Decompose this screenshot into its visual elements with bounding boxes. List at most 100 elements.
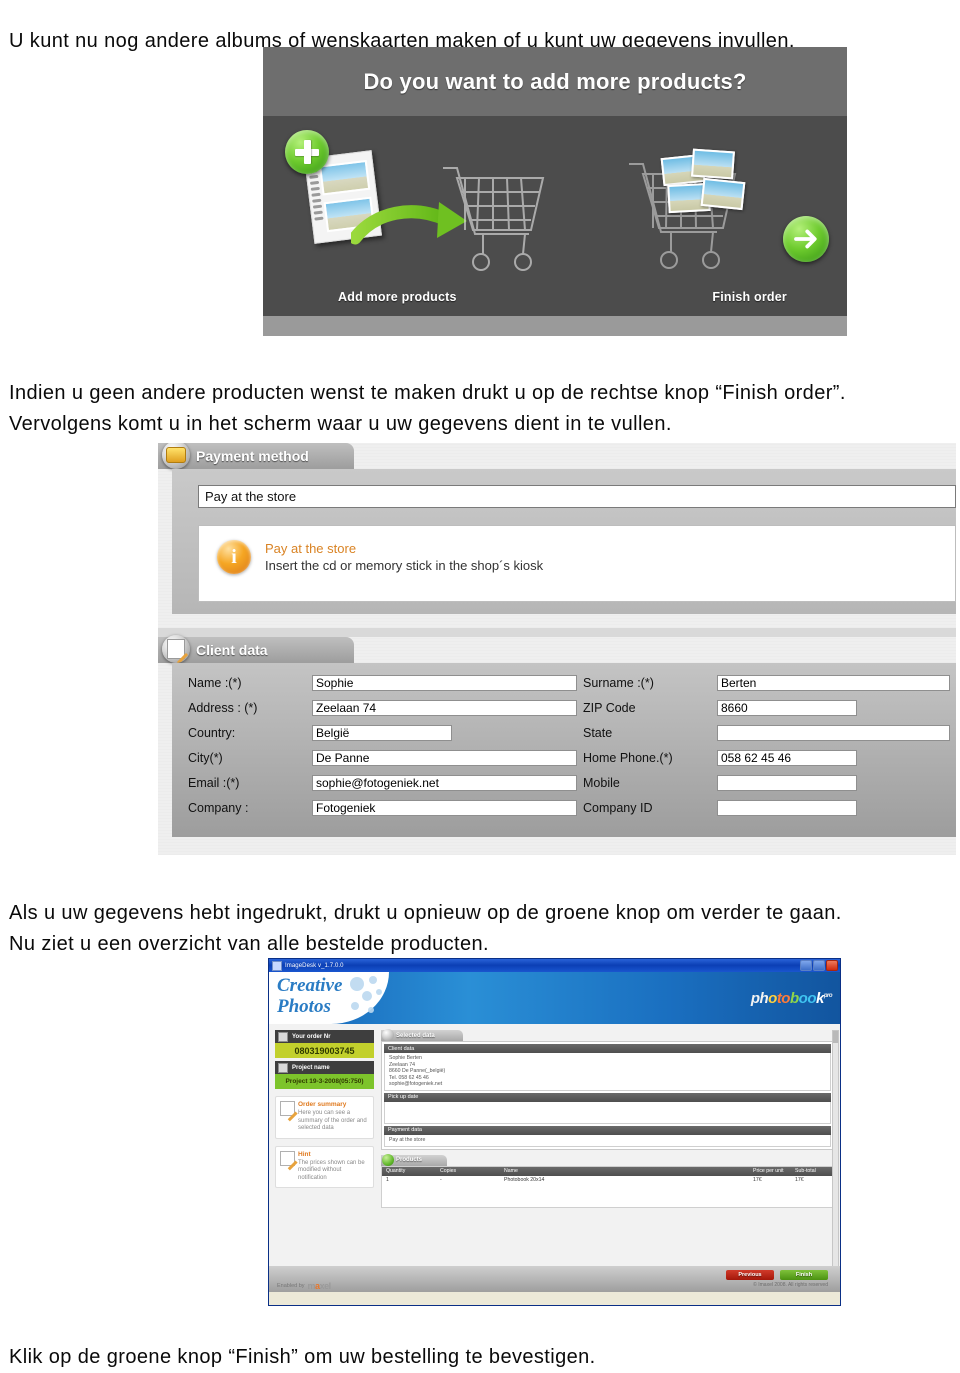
products-tab-icon [382, 1153, 394, 1166]
field-input-home-phone[interactable]: 058 62 45 46 [717, 750, 857, 766]
minimize-button[interactable] [800, 960, 812, 971]
field-label-home-phone: Home Phone.(*) [583, 751, 673, 765]
cell-copies: - [440, 1177, 442, 1184]
client-line-5: sophie@fotogeniek.net [389, 1081, 443, 1088]
column-sub-total: Sub-total [795, 1168, 816, 1175]
figure-add-more-products-screenshot: Do you want to add more products? Add mo… [263, 47, 847, 336]
order-summary-hint-body: Here you can see a summary of the order … [298, 1110, 367, 1131]
photobook-pro-badge: pro [823, 993, 833, 999]
kiosk-footer-strip [263, 316, 847, 336]
client-data-section-header: Client data [384, 1044, 831, 1053]
enabled-by-label: Enabled by [277, 1283, 305, 1289]
close-button[interactable] [826, 960, 838, 971]
app-icon [272, 960, 282, 971]
add-more-products-label: Add more products [338, 290, 457, 304]
price-hint-title: Hint [298, 1150, 311, 1158]
pickup-date-section-body [384, 1101, 831, 1124]
payment-info-title: Pay at the store [265, 541, 357, 556]
selected-data-tab-icon [382, 1029, 394, 1041]
payment-method-select[interactable]: Pay at the store [198, 485, 956, 508]
payment-method-panel: Payment method Pay at the store i Pay at… [158, 443, 956, 628]
price-hint-body: The prices shown can be modified without… [298, 1159, 365, 1181]
photobook-part-2: o [768, 990, 777, 1007]
project-name-value: Project 19-3-2008(05:750) [275, 1074, 374, 1089]
field-input-name[interactable]: Sophie [312, 675, 577, 691]
field-input-state[interactable] [717, 725, 950, 741]
notepad-pencil-icon [162, 635, 190, 663]
field-input-surname[interactable]: Berten [717, 675, 950, 691]
products-tab[interactable]: Products [381, 1153, 447, 1166]
scrollbar-thumb[interactable] [833, 1031, 838, 1043]
order-number-value: 080319003745 [275, 1043, 374, 1058]
figure-imagedesk-order-summary-screenshot: ImageDesk v_1.7.0.0 Creative Photos phot… [268, 958, 841, 1306]
field-input-company-id[interactable] [717, 800, 857, 816]
payment-method-tab: Payment method [158, 443, 354, 469]
order-number-label: Your order Nr [292, 1033, 331, 1040]
figure-payment-and-client-data-screenshot: Payment method Pay at the store i Pay at… [158, 443, 956, 855]
field-input-mobile[interactable] [717, 775, 857, 791]
field-input-company[interactable]: Fotogeniek [312, 800, 577, 816]
client-line-1: Sophie Berten [389, 1055, 422, 1061]
vertical-scrollbar[interactable] [832, 1030, 839, 1268]
kiosk-heading-bar: Do you want to add more products? [263, 47, 847, 116]
paragraph-middle: Indien u geen andere producten wenst te … [9, 382, 846, 435]
photobook-part-4: b [789, 990, 799, 1007]
pencil-note-icon [280, 1101, 295, 1116]
cart-photos-group [660, 148, 752, 220]
client-data-form-grid: Name :(*) Sophie Surname :(*) Berten Add… [188, 675, 950, 816]
paragraph-final: Klik op de groene knop “Finish” om uw be… [9, 1346, 596, 1368]
cell-price-per-unit: 17€ [753, 1177, 762, 1184]
field-input-country[interactable]: België [312, 725, 452, 741]
bubbles-decoration-icon [350, 976, 382, 1013]
order-summary-hint: Order summary Here you can see a summary… [275, 1096, 374, 1139]
paragraph-after-form: Als u uw gegevens hebt ingedrukt, drukt … [9, 902, 842, 955]
client-panel-body: Name :(*) Sophie Surname :(*) Berten Add… [172, 663, 956, 837]
field-input-city[interactable]: De Panne [312, 750, 577, 766]
column-quantity: Quantity [386, 1168, 406, 1175]
field-label-email: Email :(*) [188, 776, 240, 790]
field-label-address: Address : (*) [188, 701, 258, 715]
app-main-content: Selected data Client data Sophie Berten … [379, 1024, 840, 1292]
app-footer: Enabled by mamaxelxel Previous Finish © … [269, 1266, 840, 1292]
payment-method-tab-label: Payment method [196, 448, 309, 464]
client-data-tab-label: Client data [196, 642, 268, 658]
selected-data-tab[interactable]: Selected data [381, 1029, 463, 1041]
products-tab-label: Products [396, 1157, 423, 1164]
client-line-3: 8660 De Panne(_belgië) [389, 1068, 446, 1075]
info-icon: i [217, 540, 251, 574]
pencil-note-icon-2 [280, 1150, 295, 1166]
app-body: Your order Nr 080319003745 Project name … [269, 1024, 840, 1292]
field-input-zip-code[interactable]: 8660 [717, 700, 857, 716]
maximize-button[interactable] [813, 960, 825, 971]
pickup-date-section-header: Pick up date [384, 1092, 831, 1102]
brand-logo: Creative Photos [277, 975, 342, 1017]
field-label-country: Country: [188, 726, 236, 740]
finish-order-label: Finish order [712, 290, 787, 304]
field-label-company: Company : [188, 801, 249, 815]
photobook-logo: photobookpro [751, 990, 833, 1007]
shopping-cart-wireframe-left [443, 167, 545, 271]
photobook-part-6: k [815, 990, 824, 1007]
panel-separator [158, 628, 956, 637]
finish-button[interactable]: Finish [780, 1270, 828, 1280]
photobook-part-5: oo [798, 990, 817, 1007]
payment-line-1: Pay at the store [389, 1136, 426, 1143]
project-icon [278, 1062, 288, 1073]
client-data-panel: Client data Name :(*) Sophie Surname :(*… [158, 635, 956, 855]
document-page: U kunt nu nog andere albums of wenskaart… [0, 0, 960, 1368]
table-row[interactable]: 1 - Photobook 20x14 17€ 17€ [382, 1176, 833, 1185]
field-input-email[interactable]: sophie@fotogeniek.net [312, 775, 577, 791]
cell-name: Photobook 20x14 [504, 1177, 545, 1184]
column-copies: Copies [440, 1168, 457, 1175]
previous-button[interactable]: Previous [726, 1270, 774, 1280]
field-label-company-id: Company ID [583, 801, 653, 815]
field-label-city: City(*) [188, 751, 223, 765]
field-input-address[interactable]: Zeelaan 74 [312, 700, 577, 716]
products-table: Quantity Copies Name Price per unit Sub-… [381, 1165, 834, 1208]
client-line-4: Tel. 058 62 45 46 [389, 1074, 429, 1081]
field-label-zip-code: ZIP Code [583, 701, 636, 715]
price-hint: Hint The prices shown can be modified wi… [275, 1145, 374, 1188]
cell-quantity: 1 [386, 1177, 389, 1184]
field-label-state: State [583, 726, 613, 740]
selected-data-tab-label: Selected data [396, 1032, 435, 1039]
